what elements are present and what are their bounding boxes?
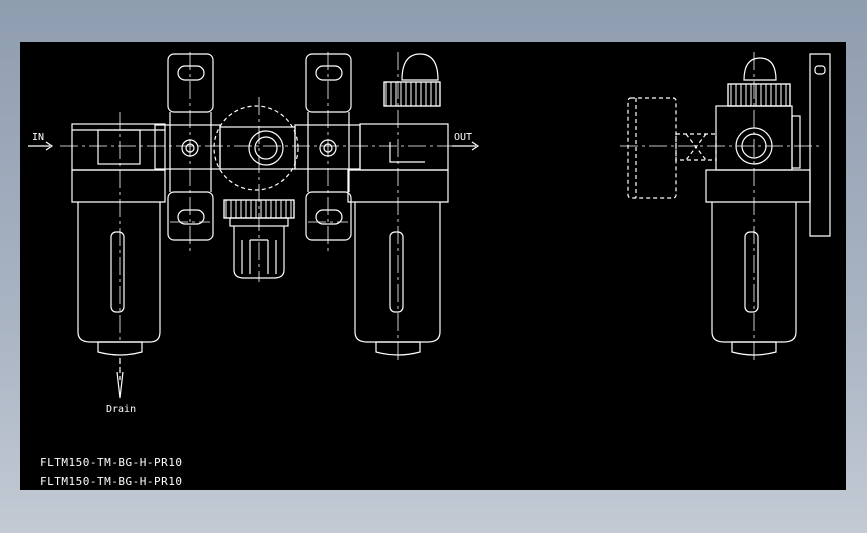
drawing-canvas xyxy=(28,52,831,399)
cad-viewport[interactable]: IN OUT Drain FLTM150-TM-BG-H-PR10 FLTM15… xyxy=(20,42,846,490)
pressure-gauge xyxy=(627,97,677,199)
front-view xyxy=(28,52,480,399)
drain-label: Drain xyxy=(106,404,137,415)
filter-bowl xyxy=(71,169,166,203)
regulator xyxy=(213,105,299,279)
part-number-line-2: FLTM150-TM-BG-H-PR10 xyxy=(40,475,183,488)
left-bracket xyxy=(167,53,214,241)
side-view xyxy=(620,52,831,360)
inlet-label: IN xyxy=(32,132,45,143)
part-number-line-1: FLTM150-TM-BG-H-PR10 xyxy=(40,456,183,469)
right-bracket xyxy=(305,53,352,241)
outlet-label: OUT xyxy=(454,132,473,143)
filter-head xyxy=(71,123,166,171)
